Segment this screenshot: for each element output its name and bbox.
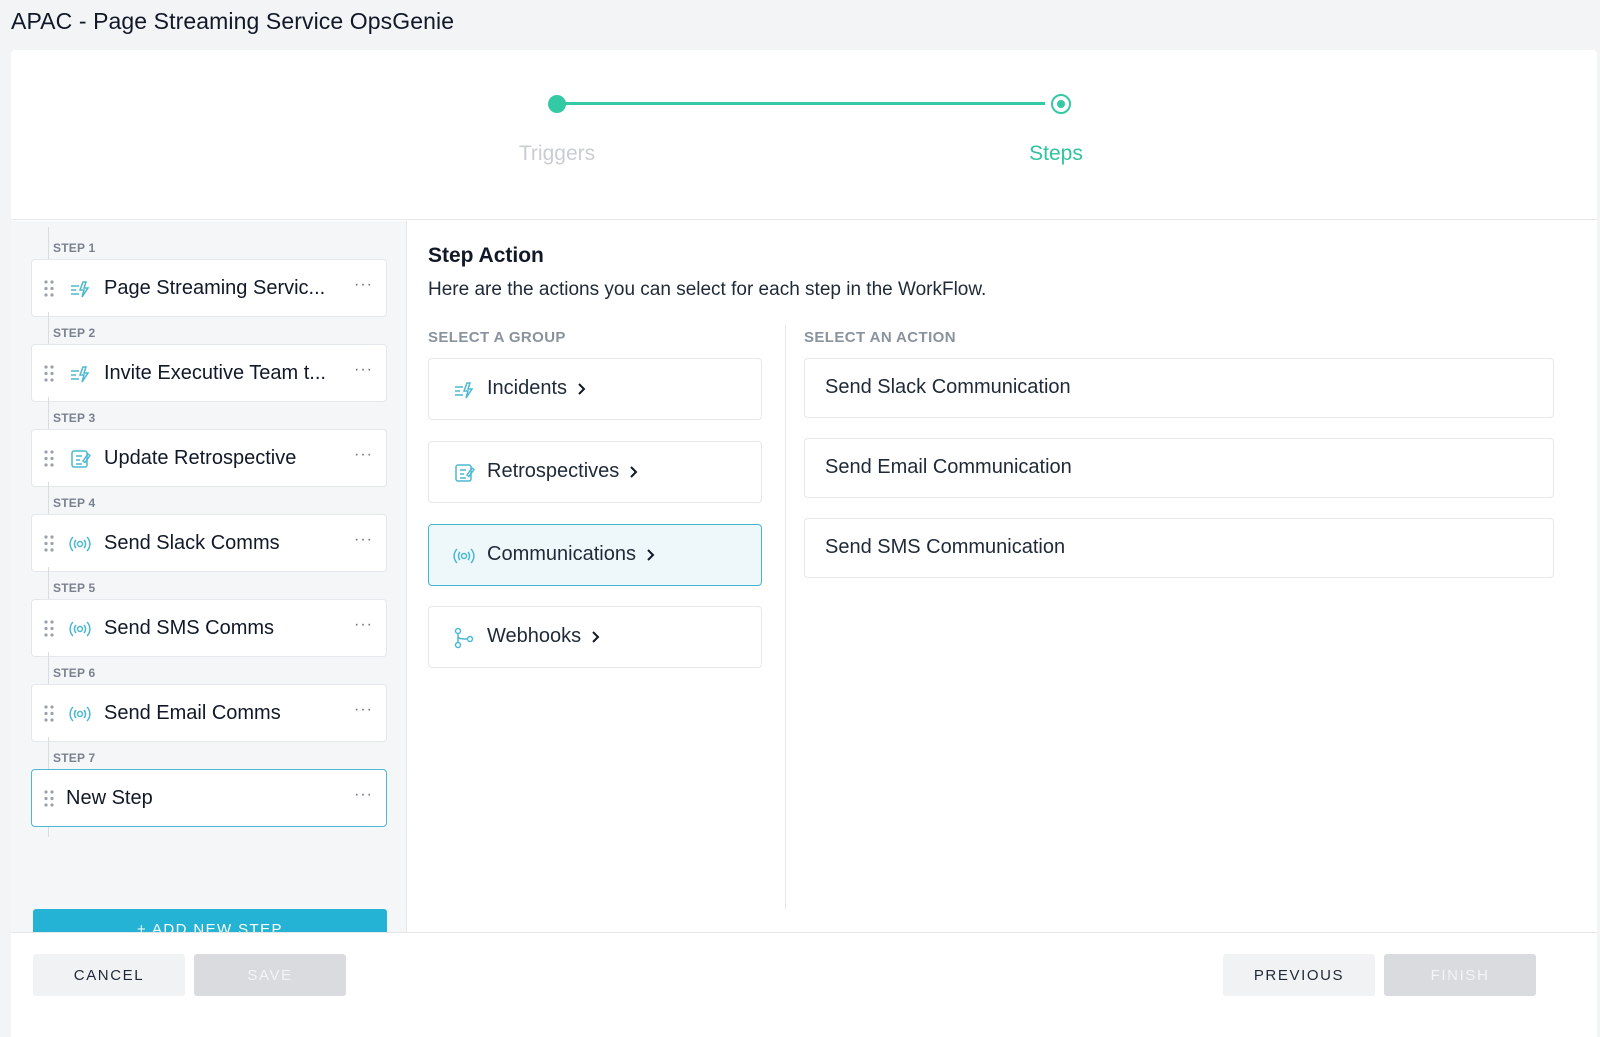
stepper-label-steps[interactable]: Steps [1016, 142, 1096, 166]
stepper-dot-steps[interactable] [1051, 94, 1071, 114]
drag-handle-icon[interactable] [44, 450, 54, 467]
action-name: Send SMS Communication [825, 536, 1066, 558]
retrospective-icon [71, 450, 91, 468]
step-action-panel: Step Action Here are the actions you can… [408, 221, 1597, 932]
broadcast-icon [69, 706, 91, 722]
cancel-button[interactable]: CANCEL [33, 954, 185, 996]
group-name: Communications [487, 543, 655, 566]
broadcast-icon [453, 548, 475, 564]
group-name: Incidents [487, 377, 586, 400]
more-options-icon[interactable]: ··· [354, 532, 372, 553]
group-label: Webhooks [487, 625, 582, 647]
save-button[interactable]: SAVE [194, 954, 346, 996]
step-card-1[interactable]: Page Streaming Servic... ··· [31, 259, 387, 317]
step-name: New Step [66, 787, 153, 809]
step-name: Update Retrospective [104, 447, 297, 469]
more-options-icon[interactable]: ··· [354, 277, 372, 298]
stepper-dot-triggers[interactable] [548, 95, 566, 113]
step-label: STEP 2 [53, 326, 96, 340]
stepper-label-triggers[interactable]: Triggers [516, 142, 598, 166]
group-label: Incidents [487, 377, 568, 399]
action-send-slack[interactable]: Send Slack Communication [804, 358, 1554, 418]
stepper-progress-line [557, 102, 1045, 105]
group-name: Webhooks [487, 625, 600, 648]
step-label: STEP 6 [53, 666, 96, 680]
more-options-icon[interactable]: ··· [354, 787, 372, 808]
incident-icon [71, 366, 90, 383]
step-name: Invite Executive Team t... [104, 362, 326, 384]
workflow-stepper: Triggers Steps [11, 50, 1597, 220]
incident-icon [71, 281, 90, 298]
more-options-icon[interactable]: ··· [354, 617, 372, 638]
step-label: STEP 7 [53, 751, 96, 765]
webhook-icon [454, 627, 474, 649]
step-label: STEP 5 [53, 581, 96, 595]
drag-handle-icon[interactable] [44, 620, 54, 637]
step-card-3[interactable]: Update Retrospective ··· [31, 429, 387, 487]
workflow-card: Triggers Steps STEP 1 Page Streaming Ser… [11, 50, 1597, 1037]
page-title: APAC - Page Streaming Service OpsGenie [11, 8, 455, 34]
step-name: Send Email Comms [104, 702, 281, 724]
retrospective-icon [455, 464, 475, 482]
drag-handle-icon[interactable] [44, 790, 54, 807]
group-retrospectives[interactable]: Retrospectives [428, 441, 762, 503]
step-name: Send SMS Comms [104, 617, 275, 639]
step-label: STEP 1 [53, 241, 96, 255]
broadcast-icon [69, 536, 91, 552]
more-options-icon[interactable]: ··· [354, 362, 372, 383]
more-options-icon[interactable]: ··· [354, 447, 372, 468]
step-label: STEP 4 [53, 496, 96, 510]
chevron-right-icon [630, 466, 638, 478]
chevron-right-icon [647, 549, 655, 561]
footer-bar: CANCEL SAVE PREVIOUS FINISH [11, 932, 1597, 1037]
more-options-icon[interactable]: ··· [354, 702, 372, 723]
action-send-email[interactable]: Send Email Communication [804, 438, 1554, 498]
step-card-5[interactable]: Send SMS Comms ··· [31, 599, 387, 657]
group-webhooks[interactable]: Webhooks [428, 606, 762, 668]
group-label: Retrospectives [487, 460, 620, 482]
broadcast-icon [69, 621, 91, 637]
drag-handle-icon[interactable] [44, 365, 54, 382]
finish-button[interactable]: FINISH [1384, 954, 1536, 996]
section-heading: Step Action [428, 244, 544, 267]
group-communications[interactable]: Communications [428, 524, 762, 586]
action-column-header: SELECT AN ACTION [804, 329, 956, 346]
action-send-sms[interactable]: Send SMS Communication [804, 518, 1554, 578]
drag-handle-icon[interactable] [44, 705, 54, 722]
step-name: Send Slack Comms [104, 532, 280, 554]
group-incidents[interactable]: Incidents [428, 358, 762, 420]
action-name: Send Slack Communication [825, 376, 1071, 398]
chevron-right-icon [592, 631, 600, 643]
step-label: STEP 3 [53, 411, 96, 425]
steps-panel: STEP 1 Page Streaming Servic... ··· STEP… [11, 221, 407, 949]
step-card-4[interactable]: Send Slack Comms ··· [31, 514, 387, 572]
chevron-right-icon [578, 383, 586, 395]
group-column-header: SELECT A GROUP [428, 329, 566, 346]
incident-icon [455, 382, 474, 399]
group-name: Retrospectives [487, 460, 638, 483]
column-divider [785, 325, 786, 909]
page-header: APAC - Page Streaming Service OpsGenie [11, 0, 1571, 48]
step-name: Page Streaming Servic... [104, 277, 326, 299]
section-description: Here are the actions you can select for … [428, 279, 987, 300]
action-name: Send Email Communication [825, 456, 1072, 478]
drag-handle-icon[interactable] [44, 535, 54, 552]
previous-button[interactable]: PREVIOUS [1223, 954, 1375, 996]
step-card-7[interactable]: New Step ··· [31, 769, 387, 827]
drag-handle-icon[interactable] [44, 280, 54, 297]
group-label: Communications [487, 543, 636, 565]
step-card-6[interactable]: Send Email Comms ··· [31, 684, 387, 742]
step-card-2[interactable]: Invite Executive Team t... ··· [31, 344, 387, 402]
